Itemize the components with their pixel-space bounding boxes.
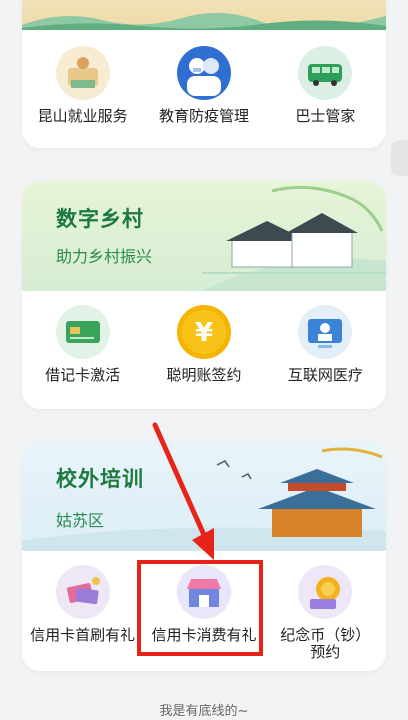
- online-doctor-icon: [298, 305, 353, 359]
- digital-village-banner[interactable]: 数字乡村 助力乡村振兴: [22, 181, 386, 291]
- off-campus-training-banner[interactable]: 校外培训 姑苏区: [22, 441, 386, 551]
- credit-card-gift-icon: [55, 565, 110, 619]
- service-debit-card-activation[interactable]: 借记卡激活: [22, 305, 143, 384]
- service-label: 信用卡首刷有礼: [30, 626, 136, 644]
- commemorative-coin-icon: [298, 565, 353, 619]
- banner-subtitle: 姑苏区: [56, 511, 105, 530]
- services-card-digital-village: 数字乡村 助力乡村振兴 借记卡激活 ¥ 聪明账签约 互联网医疗: [22, 181, 386, 409]
- service-smart-account-signing[interactable]: ¥ 聪明账签约: [143, 305, 264, 384]
- top-banner-image: [22, 0, 386, 30]
- services-card-top: 昆山就业服务 教育防疫管理 巴士管家: [22, 0, 386, 148]
- village-scene-icon: [202, 185, 386, 291]
- service-bus-manager[interactable]: 巴士管家: [265, 46, 386, 125]
- palace-scene-icon: [22, 447, 386, 551]
- service-kunshan-employment[interactable]: 昆山就业服务: [22, 46, 143, 125]
- service-credit-card-first-swipe[interactable]: 信用卡首刷有礼: [22, 565, 143, 661]
- service-label: 借记卡激活: [45, 366, 121, 384]
- employment-service-icon: [55, 46, 110, 100]
- service-education-epidemic[interactable]: 教育防疫管理: [143, 46, 264, 125]
- banner-subtitle: 助力乡村振兴: [56, 247, 153, 266]
- bus-icon: [298, 46, 353, 100]
- service-label: 纪念币（钞）预约: [280, 626, 371, 661]
- banner-title: 数字乡村: [56, 207, 144, 231]
- epidemic-prevention-icon: [176, 46, 231, 100]
- debit-card-icon: [55, 305, 110, 359]
- service-label: 聪明账签约: [166, 366, 242, 384]
- service-label: 昆山就业服务: [37, 107, 128, 125]
- footer-end-text: 我是有底线的~: [159, 704, 249, 719]
- svg-text:¥: ¥: [195, 318, 213, 348]
- highlight-box: [137, 560, 263, 656]
- floating-side-tab[interactable]: [391, 140, 408, 176]
- yuan-coin-icon: ¥: [176, 305, 231, 359]
- service-label: 巴士管家: [295, 107, 356, 125]
- service-label: 互联网医疗: [287, 366, 363, 384]
- service-internet-medical[interactable]: 互联网医疗: [265, 305, 386, 384]
- landscape-strip-icon: [22, 12, 386, 30]
- service-commemorative-coin-reservation[interactable]: 纪念币（钞）预约: [265, 565, 386, 661]
- service-label: 教育防疫管理: [158, 107, 249, 125]
- banner-title: 校外培训: [56, 467, 144, 491]
